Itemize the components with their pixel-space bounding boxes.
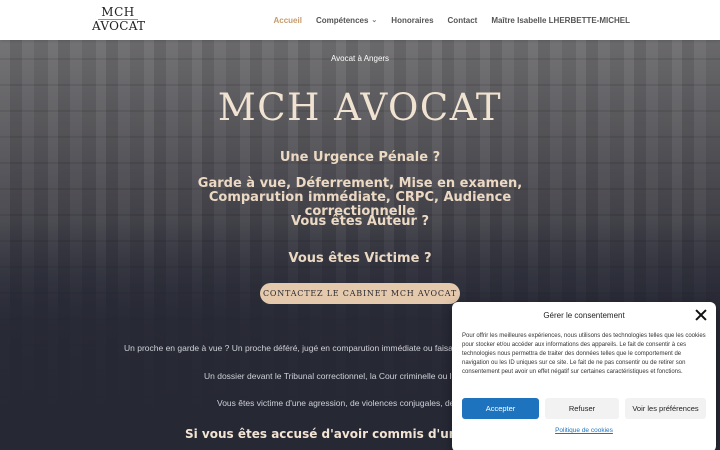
nav-item-accueil[interactable]: Accueil <box>273 16 301 25</box>
logo-divider <box>98 19 138 20</box>
section-heading: Si vous êtes accusé d'avoir commis d'une… <box>185 427 494 441</box>
tagline-urgence: Une Urgence Pénale ? <box>279 150 441 165</box>
tagline-victime: Vous êtes Victime ? <box>288 251 432 266</box>
cookie-consent-dialog: Gérer le consentement Pour offrir les me… <box>452 302 716 450</box>
close-icon[interactable] <box>694 308 708 322</box>
contact-cta-button[interactable]: CONTACTEZ LE CABINET MCH AVOCAT <box>260 283 460 304</box>
hero-subtitle: Avocat à Angers <box>330 54 390 63</box>
refuse-button[interactable]: Refuser <box>545 398 619 419</box>
cookie-policy-link[interactable]: Politique de cookies <box>452 427 716 434</box>
nav-item-contact[interactable]: Contact <box>448 16 478 25</box>
chevron-down-icon: ⌄ <box>371 17 378 24</box>
nav-item-competences[interactable]: Compétences ⌄ <box>316 16 377 25</box>
site-logo[interactable]: MCH AVOCAT <box>92 5 146 34</box>
intro-paragraph-1: Un proche en garde à vue ? Un proche déf… <box>124 343 458 353</box>
logo-line1: MCH <box>101 5 135 19</box>
accept-button[interactable]: Accepter <box>462 398 539 419</box>
consent-body-text: Pour offrir les meilleures expériences, … <box>462 333 706 375</box>
site-header: MCH AVOCAT Accueil Compétences ⌄ Honorai… <box>0 0 720 40</box>
tagline-procedures: Garde à vue, Déferrement, Mise en examen… <box>197 176 523 219</box>
main-nav: Accueil Compétences ⌄ Honoraires Contact… <box>273 0 630 40</box>
nav-item-honoraires[interactable]: Honoraires <box>391 16 433 25</box>
nav-item-maitre[interactable]: Maître Isabelle LHERBETTE-MICHEL <box>491 16 630 25</box>
hero-title: MCH AVOCAT <box>217 86 503 129</box>
tagline-auteur: Vous êtes Auteur ? <box>291 214 429 229</box>
logo-line2: AVOCAT <box>92 19 146 33</box>
intro-paragraph-2: Un dossier devant le Tribunal correction… <box>204 371 457 381</box>
consent-title: Gérer le consentement <box>543 311 625 320</box>
nav-item-competences-label: Compétences <box>315 15 369 25</box>
preferences-button[interactable]: Voir les préférences <box>625 398 706 419</box>
consent-button-row: Accepter Refuser Voir les préférences <box>462 398 706 419</box>
intro-paragraph-3: Vous êtes victime d'une agression, de vi… <box>217 398 462 408</box>
